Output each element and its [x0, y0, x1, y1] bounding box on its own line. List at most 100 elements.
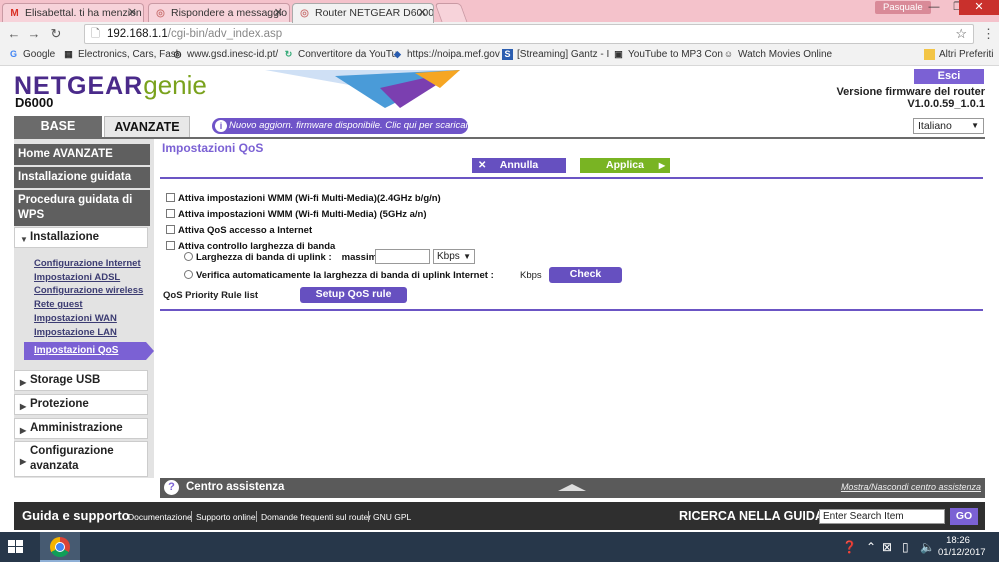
- sidebar-link-internet[interactable]: Configurazione Internet: [34, 258, 141, 269]
- firmware-update-notice[interactable]: i Nuovo aggiorn. firmware disponibile. Cl…: [212, 118, 479, 134]
- browser-tab-reply[interactable]: ◎ Rispondere a messaggio ✕: [148, 3, 290, 22]
- footer-title: Guida e supporto: [22, 508, 130, 523]
- sidebar-link-adsl[interactable]: Impostazioni ADSL: [34, 272, 120, 283]
- router-page: NETGEARgenie D6000 Esci Versione firmwar…: [0, 66, 999, 532]
- help-center-title: Centro assistenza: [186, 481, 285, 493]
- uplink-unit-select[interactable]: Kbps ▼: [433, 249, 475, 264]
- logo-product: genie: [143, 70, 207, 100]
- wmm-5ghz-option: Attiva impostazioni WMM (Wi-fi Multi-Med…: [166, 209, 426, 220]
- browser-tab-gmail[interactable]: M Elisabettal. ti ha menzion ✕: [2, 3, 144, 22]
- close-icon[interactable]: ✕: [274, 6, 283, 19]
- router-model: D6000: [15, 95, 54, 110]
- sidebar: Home AVANZATE Installazione guidata Proc…: [14, 139, 154, 478]
- language-select[interactable]: Italiano ▼: [913, 118, 984, 134]
- sidebar-link-wan[interactable]: Impostazioni WAN: [34, 313, 117, 324]
- footer-link-support[interactable]: Supporto online: [196, 512, 256, 522]
- sidebar-link-wireless[interactable]: Configurazione wireless: [34, 285, 143, 296]
- sidebar-item-setup-wizard[interactable]: Installazione guidata: [14, 167, 150, 188]
- check-button[interactable]: Check: [549, 267, 622, 283]
- tab-advanced[interactable]: AVANZATE: [104, 116, 190, 137]
- sidebar-section-storage[interactable]: ▶ Storage USB: [14, 370, 148, 391]
- page-info-icon[interactable]: 🗋: [91, 25, 100, 43]
- sidebar-link-lan[interactable]: Impostazione LAN: [34, 327, 117, 338]
- browser-menu-icon[interactable]: ⋮: [982, 26, 995, 42]
- windows-start-icon[interactable]: [8, 540, 24, 554]
- help-search-input[interactable]: Enter Search Item: [819, 509, 945, 524]
- language-value: Italiano: [918, 120, 952, 132]
- tab-base[interactable]: BASE: [14, 116, 102, 137]
- chevron-up-icon[interactable]: ⌃: [866, 540, 876, 554]
- sidebar-section-installazione[interactable]: ▼ Installazione: [14, 227, 148, 248]
- convert-icon: ↻: [284, 49, 293, 59]
- option-label: Attiva impostazioni WMM (Wi-fi Multi-Med…: [178, 193, 441, 204]
- bandwidth-control-checkbox[interactable]: [166, 241, 175, 250]
- cancel-label: Annulla: [499, 159, 539, 171]
- tab-title: Rispondere a messaggio: [171, 7, 288, 19]
- bookmark-star-icon[interactable]: ☆: [955, 25, 967, 43]
- bookmark-noipa[interactable]: ◆ https://noipa.mef.gov: [392, 49, 500, 60]
- back-icon[interactable]: ←: [6, 26, 22, 42]
- forward-icon[interactable]: →: [26, 26, 42, 42]
- volume-icon[interactable]: 🔈: [920, 540, 935, 554]
- apply-button[interactable]: Applica ▶: [580, 158, 670, 173]
- chrome-taskbar-button[interactable]: [40, 532, 80, 562]
- bookmark-movies[interactable]: ☺ Watch Movies Online: [723, 49, 832, 60]
- bookmark-gsd[interactable]: ◎ www.gsd.inesc-id.pt/: [172, 49, 279, 60]
- wmm-24ghz-checkbox[interactable]: [166, 193, 175, 202]
- toggle-help-link[interactable]: Mostra/Nascondi centro assistenza: [841, 482, 981, 492]
- sidebar-section-admin[interactable]: ▶ Amministrazione: [14, 418, 148, 439]
- triangle-right-icon: ▶: [20, 457, 27, 466]
- bookmark-streaming[interactable]: S [Streaming] Gantz - I: [502, 49, 609, 60]
- cancel-button[interactable]: ✕ Annulla: [472, 158, 566, 173]
- url-host: 192.168.1.1: [107, 28, 168, 40]
- qos-settings-panel: Impostazioni QoS ✕ Annulla Applica ▶ Attiv…: [160, 139, 985, 478]
- taskbar-clock[interactable]: 18:26 01/12/2017: [938, 535, 986, 559]
- qos-internet-checkbox[interactable]: [166, 225, 175, 234]
- triangle-down-icon: ▼: [20, 235, 28, 244]
- bookmark-electronics[interactable]: ▦ Electronics, Cars, Fash: [63, 49, 181, 60]
- bookmark-label: [Streaming] Gantz - I: [517, 49, 610, 60]
- sidebar-section-advanced-config[interactable]: ▶ Configurazione avanzata: [14, 441, 148, 477]
- expand-arrow-icon[interactable]: [558, 484, 586, 491]
- unit-value: Kbps: [437, 251, 460, 262]
- option-label: Verifica automaticamente la larghezza di…: [196, 270, 494, 281]
- shop-icon: ▦: [64, 49, 73, 59]
- help-tray-icon[interactable]: ❓: [842, 540, 857, 554]
- footer-link-faq[interactable]: Domande frequenti sul router: [261, 512, 371, 522]
- battery-icon[interactable]: ▯: [902, 540, 909, 554]
- bookmark-converter[interactable]: ↻ Convertitore da YouTu: [283, 49, 397, 60]
- uplink-manual-option: Larghezza di banda di uplink : massima: [184, 252, 382, 263]
- firmware-title: Versione firmware del router: [836, 86, 985, 98]
- wmm-5ghz-checkbox[interactable]: [166, 209, 175, 218]
- new-tab-button[interactable]: [434, 3, 468, 22]
- bookmark-label: www.gsd.inesc-id.pt/: [187, 49, 279, 60]
- footer-link-gpl[interactable]: GNU GPL: [373, 512, 411, 522]
- uplink-bandwidth-input[interactable]: [375, 249, 430, 264]
- bookmark-other[interactable]: Altri Preferiti: [924, 49, 993, 60]
- bookmark-google[interactable]: G Google: [8, 49, 55, 60]
- network-icon[interactable]: ⊠: [882, 540, 892, 554]
- address-bar[interactable]: 🗋 192.168.1.1/cgi-bin/adv_index.asp ☆: [84, 24, 974, 44]
- sidebar-link-guest[interactable]: Rete guest: [34, 299, 83, 310]
- logout-button[interactable]: Esci: [914, 69, 984, 84]
- close-window-icon[interactable]: ✕: [959, 0, 999, 15]
- help-icon[interactable]: ?: [164, 480, 179, 495]
- close-icon[interactable]: ✕: [128, 6, 137, 19]
- reload-icon[interactable]: ↻: [48, 26, 64, 42]
- close-icon[interactable]: ✕: [418, 6, 427, 19]
- movies-icon: ☺: [723, 49, 734, 59]
- browser-tab-router[interactable]: ◎ Router NETGEAR D6000 ✕: [292, 3, 434, 23]
- section-label: Amministrazione: [30, 422, 123, 434]
- search-go-button[interactable]: GO: [950, 508, 978, 525]
- sidebar-link-qos-active[interactable]: Impostazioni QoS: [24, 342, 154, 360]
- bookmark-label: YouTube to MP3 Con: [628, 49, 723, 60]
- sidebar-item-wps-wizard[interactable]: Procedura guidata di WPS: [14, 190, 150, 226]
- sidebar-section-protection[interactable]: ▶ Protezione: [14, 394, 148, 415]
- setup-qos-rule-button[interactable]: Setup QoS rule: [300, 287, 407, 303]
- bookmark-yt-mp3[interactable]: ▣ YouTube to MP3 Con: [613, 49, 723, 60]
- sidebar-item-home[interactable]: Home AVANZATE: [14, 144, 150, 165]
- bandwidth-control-option: Attiva controllo larghezza di banda: [166, 241, 335, 252]
- footer-link-docs[interactable]: Documentazione: [128, 512, 192, 522]
- uplink-manual-radio[interactable]: [184, 252, 193, 261]
- uplink-auto-radio[interactable]: [184, 270, 193, 279]
